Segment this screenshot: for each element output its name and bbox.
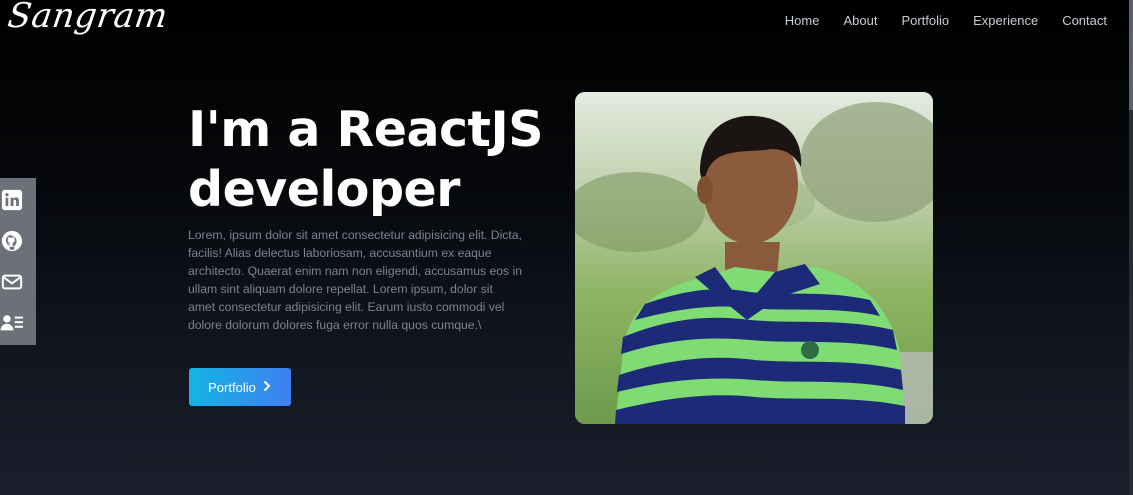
main-nav: Home About Portfolio Experience Contact xyxy=(785,13,1107,28)
mail-icon[interactable] xyxy=(0,270,24,294)
portfolio-button-label: Portfolio xyxy=(208,379,256,395)
top-navbar: Sangram Home About Portfolio Experience … xyxy=(0,0,1133,42)
site-logo[interactable]: Sangram xyxy=(5,0,170,36)
page-scrollbar[interactable] xyxy=(1129,0,1133,495)
nav-link-portfolio[interactable]: Portfolio xyxy=(901,13,949,28)
hero-headline-line2: developer xyxy=(188,161,460,218)
hero-headline: I'm a ReactJS developer xyxy=(188,100,568,220)
nav-link-contact[interactable]: Contact xyxy=(1062,13,1107,28)
social-links-bar xyxy=(0,178,36,345)
nav-link-home[interactable]: Home xyxy=(785,13,820,28)
profile-photo xyxy=(575,92,933,424)
nav-link-about[interactable]: About xyxy=(843,13,877,28)
github-icon[interactable] xyxy=(0,229,24,253)
nav-link-experience[interactable]: Experience xyxy=(973,13,1038,28)
portfolio-button[interactable]: Portfolio xyxy=(189,368,291,406)
chevron-right-icon xyxy=(262,380,272,395)
linkedin-icon[interactable] xyxy=(0,188,24,212)
scrollbar-thumb[interactable] xyxy=(1129,0,1133,110)
hero-headline-line1: I'm a ReactJS xyxy=(188,101,544,158)
hero-description: Lorem, ipsum dolor sit amet consectetur … xyxy=(188,228,522,332)
resume-icon[interactable] xyxy=(0,311,24,335)
